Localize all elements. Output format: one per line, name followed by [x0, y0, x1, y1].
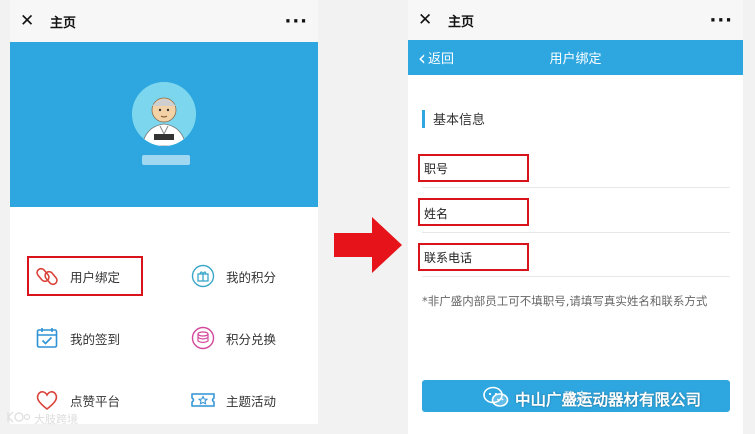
username-blurred	[142, 155, 190, 165]
watermark-logo-icon	[6, 410, 31, 427]
calendar-check-icon	[34, 325, 60, 351]
menu-item-points-exchange[interactable]: 积分兑换	[190, 325, 276, 351]
coins-icon	[190, 325, 216, 351]
close-icon[interactable]: ✕	[20, 11, 42, 31]
menu-item-label: 主题活动	[226, 393, 277, 409]
right-screen: ✕ 主页 ··· ‹ 返回 用户绑定 基本信息 职号 姓名 联系电话 *非广盛内…	[408, 0, 743, 434]
watermark-left: 大肢跨境	[6, 410, 78, 427]
back-button[interactable]: ‹ 返回	[418, 48, 454, 68]
left-topbar: ✕ 主页 ···	[10, 0, 318, 42]
section-title-text: 基本信息	[433, 113, 486, 128]
right-arrow-icon	[334, 217, 404, 277]
navbar-title: 用户绑定	[549, 52, 602, 67]
menu-item-my-checkin[interactable]: 我的签到	[34, 325, 120, 351]
chevron-left-icon: ‹	[418, 45, 426, 70]
back-label: 返回	[428, 52, 455, 67]
ticket-icon	[190, 387, 216, 413]
more-icon[interactable]: ···	[284, 11, 308, 32]
right-topbar: ✕ 主页 ···	[408, 0, 743, 40]
left-screen: ✕ 主页 ··· 用户绑定 我的积分 我的签到 积分兑换 点赞平台 主题活动	[10, 0, 318, 424]
section-accent-bar	[422, 109, 425, 128]
menu-grid: 用户绑定 我的积分 我的签到 积分兑换 点赞平台 主题活动	[10, 207, 318, 424]
gift-icon	[190, 263, 216, 289]
close-icon[interactable]: ✕	[418, 10, 440, 30]
wechat-icon	[483, 386, 509, 412]
highlight-box-user-binding	[27, 256, 143, 296]
page-title: 主页	[448, 14, 475, 30]
more-icon[interactable]: ···	[709, 10, 733, 31]
menu-item-label: 我的签到	[70, 331, 121, 347]
profile-header	[10, 42, 318, 207]
menu-item-label: 我的积分	[226, 269, 277, 285]
menu-item-label: 点赞平台	[70, 393, 121, 409]
highlight-box-phone	[418, 243, 529, 271]
watermark-left-text: 大肢跨境	[34, 412, 78, 426]
page-title: 主页	[50, 15, 77, 31]
menu-item-my-points[interactable]: 我的积分	[190, 263, 276, 289]
highlight-box-employee-id	[418, 154, 529, 182]
watermark-right: 中山广盛运动器材有限公司	[483, 386, 701, 412]
highlight-box-name	[418, 198, 529, 226]
avatar[interactable]	[132, 82, 196, 146]
menu-item-theme-activity[interactable]: 主题活动	[190, 387, 276, 413]
watermark-right-text: 中山广盛运动器材有限公司	[515, 391, 702, 409]
navbar: ‹ 返回 用户绑定	[408, 40, 743, 75]
menu-item-label: 积分兑换	[226, 331, 277, 347]
form-note: *非广盛内部员工可不填职号,请填写真实姓名和联系方式	[422, 294, 708, 308]
section-title: 基本信息	[422, 109, 485, 128]
